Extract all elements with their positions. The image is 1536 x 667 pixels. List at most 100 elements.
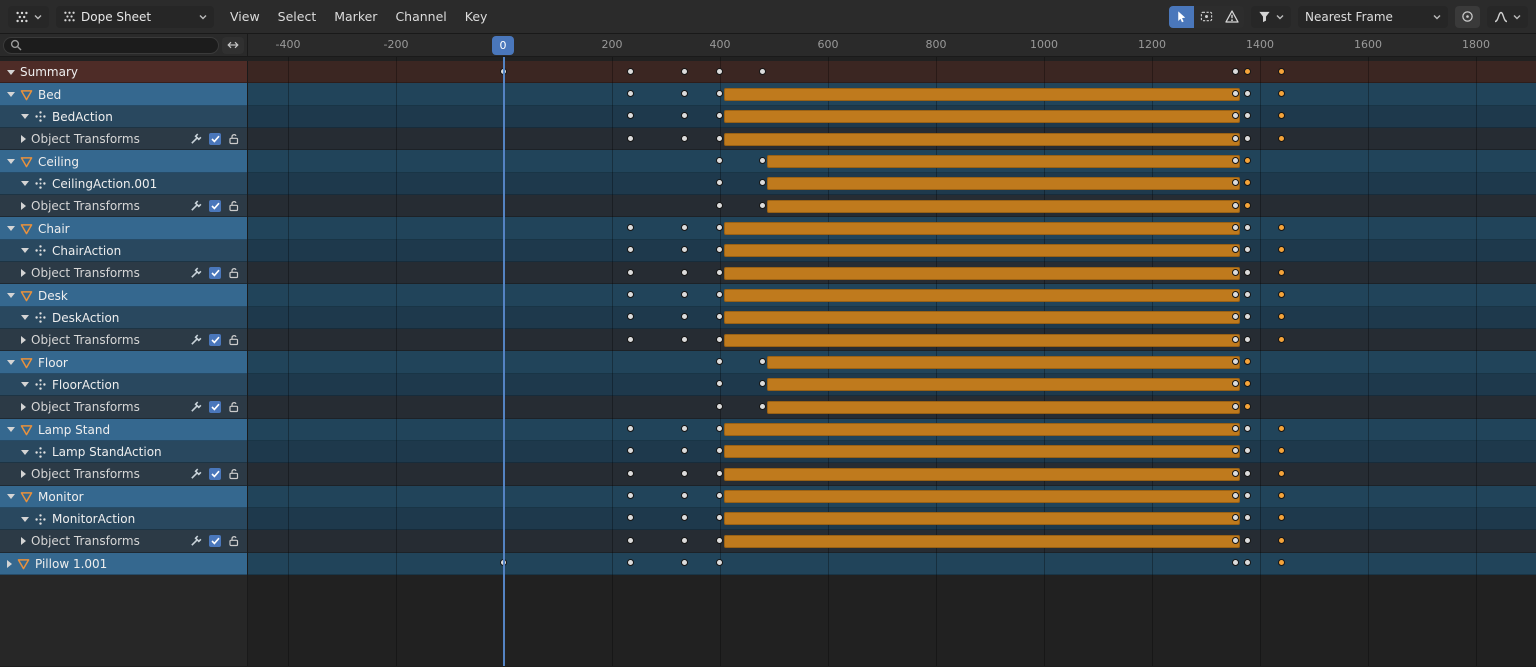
unlock-icon[interactable] bbox=[228, 401, 240, 413]
keyframe[interactable] bbox=[716, 559, 723, 566]
keyframe-track-lamp-stand-action[interactable] bbox=[248, 441, 1536, 463]
selected-keyframe-range[interactable] bbox=[724, 423, 1240, 436]
keyframe[interactable] bbox=[716, 447, 723, 454]
keyframe[interactable] bbox=[716, 291, 723, 298]
selected-keyframe-range[interactable] bbox=[724, 289, 1240, 302]
keyframe[interactable] bbox=[1232, 559, 1239, 566]
keyframe[interactable] bbox=[1244, 246, 1251, 253]
keyframe[interactable] bbox=[1244, 514, 1251, 521]
keyframe[interactable] bbox=[1244, 336, 1251, 343]
collapse-triangle-icon[interactable] bbox=[21, 517, 29, 522]
keyframe[interactable] bbox=[759, 358, 766, 365]
keyframe[interactable] bbox=[1244, 470, 1251, 477]
keyframe[interactable] bbox=[1232, 470, 1239, 477]
keyframe[interactable] bbox=[759, 403, 766, 410]
keyframe[interactable] bbox=[716, 179, 723, 186]
collapse-triangle-icon[interactable] bbox=[7, 226, 15, 231]
collapse-triangle-icon[interactable] bbox=[21, 114, 29, 119]
collapse-triangle-icon[interactable] bbox=[21, 450, 29, 455]
keyframe[interactable] bbox=[681, 291, 688, 298]
menu-marker[interactable]: Marker bbox=[325, 0, 386, 34]
keyframe[interactable] bbox=[681, 470, 688, 477]
keyframe[interactable] bbox=[1244, 492, 1251, 499]
channel-ceiling[interactable]: Ceiling bbox=[0, 150, 248, 172]
channel-enable-checkbox[interactable] bbox=[209, 401, 221, 413]
keyframe[interactable] bbox=[1244, 537, 1251, 544]
channel-chair-transforms[interactable]: Object Transforms bbox=[0, 262, 248, 284]
channel-lamp-stand-action[interactable]: Lamp StandAction bbox=[0, 441, 248, 463]
keyframe[interactable] bbox=[716, 202, 723, 209]
collapse-triangle-icon[interactable] bbox=[21, 248, 29, 253]
editor-type-button[interactable] bbox=[8, 6, 49, 28]
keyframe[interactable] bbox=[627, 269, 634, 276]
keyframe[interactable] bbox=[627, 336, 634, 343]
selected-keyframe-range[interactable] bbox=[724, 244, 1240, 257]
channel-chair-action[interactable]: ChairAction bbox=[0, 240, 248, 262]
keyframe[interactable] bbox=[716, 380, 723, 387]
keyframe-track-floor-action[interactable] bbox=[248, 374, 1536, 396]
keyframe[interactable] bbox=[681, 313, 688, 320]
keyframe[interactable] bbox=[681, 492, 688, 499]
selected-keyframe-range[interactable] bbox=[767, 356, 1240, 369]
keyframe[interactable] bbox=[681, 336, 688, 343]
menu-channel[interactable]: Channel bbox=[386, 0, 455, 34]
expand-channels-button[interactable] bbox=[222, 37, 244, 54]
keyframe-selected[interactable] bbox=[1278, 224, 1285, 231]
keyframe[interactable] bbox=[681, 246, 688, 253]
unlock-icon[interactable] bbox=[228, 133, 240, 145]
keyframe-track-chair-action[interactable] bbox=[248, 240, 1536, 262]
unlock-icon[interactable] bbox=[228, 535, 240, 547]
mode-dropdown[interactable]: Dope Sheet bbox=[56, 6, 214, 28]
filters-button[interactable] bbox=[1251, 6, 1291, 28]
keyframe[interactable] bbox=[716, 537, 723, 544]
channel-summary[interactable]: Summary bbox=[0, 61, 248, 83]
selected-keyframe-range[interactable] bbox=[724, 490, 1240, 503]
keyframe-track-ceiling-action[interactable] bbox=[248, 173, 1536, 195]
channel-enable-checkbox[interactable] bbox=[209, 133, 221, 145]
keyframe[interactable] bbox=[1244, 313, 1251, 320]
keyframe[interactable] bbox=[1232, 135, 1239, 142]
keyframe[interactable] bbox=[627, 559, 634, 566]
channel-monitor-transforms[interactable]: Object Transforms bbox=[0, 530, 248, 552]
collapse-triangle-icon[interactable] bbox=[21, 181, 29, 186]
selected-keyframe-range[interactable] bbox=[724, 110, 1240, 123]
selected-keyframe-range[interactable] bbox=[767, 177, 1240, 190]
channel-enable-checkbox[interactable] bbox=[209, 468, 221, 480]
keyframe-selected[interactable] bbox=[1278, 291, 1285, 298]
keyframe-track-chair-transforms[interactable] bbox=[248, 262, 1536, 284]
keyframe-selected[interactable] bbox=[1244, 380, 1251, 387]
unlock-icon[interactable] bbox=[228, 468, 240, 480]
keyframe-track-monitor-action[interactable] bbox=[248, 508, 1536, 530]
channel-floor-action[interactable]: FloorAction bbox=[0, 374, 248, 396]
keyframe[interactable] bbox=[1232, 157, 1239, 164]
channel-enable-checkbox[interactable] bbox=[209, 334, 221, 346]
expand-triangle-icon[interactable] bbox=[7, 560, 12, 568]
collapse-triangle-icon[interactable] bbox=[7, 427, 15, 432]
keyframe[interactable] bbox=[627, 246, 634, 253]
channel-bed[interactable]: Bed bbox=[0, 83, 248, 105]
channel-monitor[interactable]: Monitor bbox=[0, 486, 248, 508]
channel-floor-transforms[interactable]: Object Transforms bbox=[0, 396, 248, 418]
keyframe[interactable] bbox=[1232, 380, 1239, 387]
keyframe[interactable] bbox=[681, 68, 688, 75]
keyframe[interactable] bbox=[1244, 291, 1251, 298]
channel-ceiling-action[interactable]: CeilingAction.001 bbox=[0, 173, 248, 195]
keyframe[interactable] bbox=[716, 224, 723, 231]
only-show-selected-toggle[interactable] bbox=[1169, 6, 1194, 28]
keyframe[interactable] bbox=[627, 112, 634, 119]
channel-search-box[interactable] bbox=[3, 37, 219, 54]
keyframe-track-desk-action[interactable] bbox=[248, 307, 1536, 329]
keyframe-selected[interactable] bbox=[1244, 403, 1251, 410]
keyframe[interactable] bbox=[1232, 537, 1239, 544]
keyframe-selected[interactable] bbox=[1278, 537, 1285, 544]
keyframe[interactable] bbox=[681, 135, 688, 142]
keyframe-track-bed-transforms[interactable] bbox=[248, 128, 1536, 150]
selected-keyframe-range[interactable] bbox=[724, 311, 1240, 324]
keyframe-track-bed-action[interactable] bbox=[248, 106, 1536, 128]
keyframe[interactable] bbox=[1232, 269, 1239, 276]
keyframe[interactable] bbox=[1232, 358, 1239, 365]
keyframe-selected[interactable] bbox=[1278, 313, 1285, 320]
channel-enable-checkbox[interactable] bbox=[209, 200, 221, 212]
keyframe[interactable] bbox=[681, 90, 688, 97]
keyframe[interactable] bbox=[716, 358, 723, 365]
